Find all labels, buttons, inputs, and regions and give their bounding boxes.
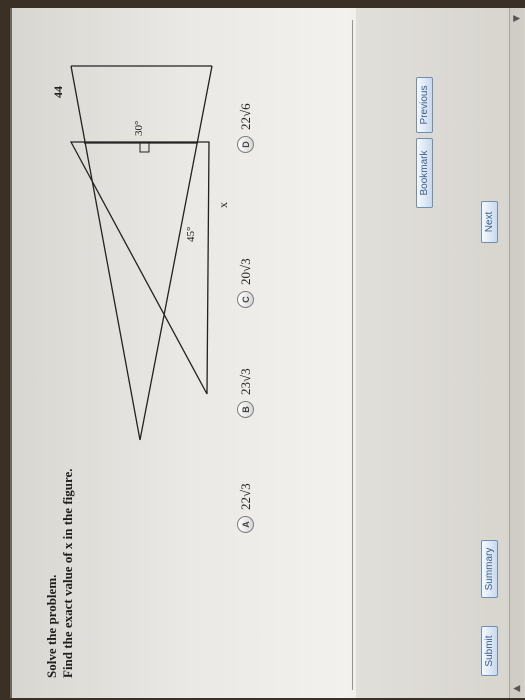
radio-b-icon[interactable]: B — [237, 401, 254, 418]
question-panel: Solve the problem. Find the exact value … — [12, 8, 525, 698]
scroll-up-icon[interactable]: ▲ — [512, 685, 522, 692]
choice-d-text: 22√6 — [237, 103, 253, 130]
summary-button[interactable]: Summary — [481, 540, 498, 598]
next-button[interactable]: Next — [481, 201, 498, 243]
choice-b-text: 23√3 — [237, 368, 253, 395]
choice-a-text: 22√3 — [237, 483, 253, 510]
choice-c-text: 20√3 — [237, 258, 253, 285]
choice-a[interactable]: A 22√3 — [237, 483, 254, 533]
scrollbar[interactable]: ▲ ▼ — [509, 8, 524, 698]
radio-a-icon[interactable]: A — [237, 516, 254, 533]
bookmark-button[interactable]: Bookmark — [416, 138, 433, 208]
radio-c-icon[interactable]: C — [237, 291, 254, 308]
triangle-drawing: 44 30° 45° x — [51, 65, 230, 441]
angle-label-30: 30° — [133, 121, 145, 136]
choice-d[interactable]: D 22√6 — [237, 103, 254, 153]
bottom-toolbar: Previous Bookmark Next Summary Submit — [356, 8, 525, 698]
divider — [352, 20, 353, 690]
choice-c[interactable]: C 20√3 — [237, 258, 254, 308]
side-label-44: 44 — [51, 86, 65, 98]
radio-d-icon[interactable]: D — [237, 136, 254, 153]
unknown-label-x: x — [216, 202, 230, 208]
screen: Solve the problem. Find the exact value … — [10, 8, 525, 698]
previous-button[interactable]: Previous — [416, 77, 433, 133]
choice-b[interactable]: B 23√3 — [237, 368, 254, 418]
right-angle-mark — [139, 142, 150, 153]
angle-label-45: 45° — [185, 227, 197, 242]
submit-button[interactable]: Submit — [481, 626, 498, 676]
scroll-down-icon[interactable]: ▼ — [512, 15, 522, 22]
